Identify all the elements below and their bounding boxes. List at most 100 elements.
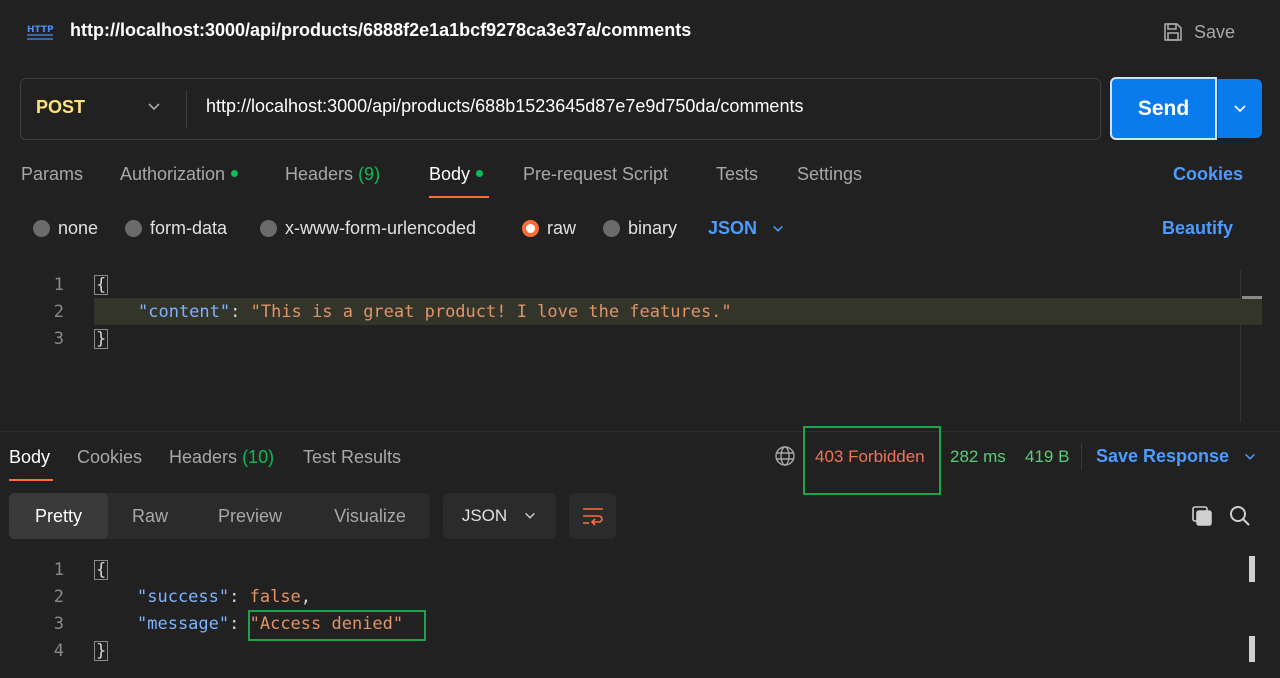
view-raw-button[interactable]: Raw [115,493,185,539]
tab-prerequest-script[interactable]: Pre-request Script [523,164,668,185]
save-response-button[interactable]: Save Response [1096,446,1257,467]
active-tab-indicator [429,196,489,198]
send-dropdown-button[interactable] [1217,79,1262,138]
copy-icon[interactable] [1190,504,1214,528]
cookies-link[interactable]: Cookies [1173,164,1243,185]
headers-count: (9) [358,164,381,184]
method-select[interactable]: POST [36,97,85,118]
view-visualize-button[interactable]: Visualize [318,493,422,539]
chevron-down-icon[interactable] [146,99,162,115]
url-divider [186,90,187,128]
scrollbar-thumb[interactable] [1249,556,1255,582]
line-number: 3 [53,614,64,634]
save-icon [1164,23,1182,41]
radio-raw-label: raw [547,218,577,238]
editor-scrollbar[interactable] [1240,270,1262,422]
save-button[interactable]: Save [1162,18,1242,46]
tab-params[interactable]: Params [21,164,83,185]
radio-circle-selected [522,220,539,237]
radio-binary-label: binary [628,218,678,238]
tab-headers[interactable]: Headers (9) [285,164,380,185]
radio-urlencoded[interactable]: x-www-form-urlencoded [260,218,476,239]
json-colon: : [230,302,251,322]
radio-circle [260,220,277,237]
radio-form-data-label: form-data [150,218,228,238]
tab-authorization-label: Authorization [120,164,226,184]
line-number: 1 [53,275,64,295]
globe-icon[interactable] [774,445,796,467]
code-line: "content": "This is a great product! I l… [138,302,732,322]
chevron-down-icon [1234,104,1246,112]
close-brace: } [94,641,109,661]
json-key: "content" [138,302,231,322]
response-tab-body[interactable]: Body [9,447,50,468]
scrollbar-thumb[interactable] [1249,636,1255,662]
status-dot [231,169,239,177]
divider [1081,444,1082,470]
code-line: { [94,560,109,580]
chevron-down-icon [1245,453,1256,460]
tab-tests[interactable]: Tests [716,164,758,185]
response-tab-headers-label: Headers [169,447,238,467]
response-time[interactable]: 282 ms [950,447,1006,467]
url-input[interactable]: http://localhost:3000/api/products/688b1… [206,96,803,117]
beautify-link[interactable]: Beautify [1162,218,1233,239]
tab-authorization[interactable]: Authorization [120,164,239,185]
save-response-label: Save Response [1096,446,1230,466]
json-colon: : [229,587,250,607]
chevron-down-icon [773,225,783,232]
view-preview-button[interactable]: Preview [200,493,300,539]
code-line: } [94,329,109,349]
request-body-editor[interactable] [10,270,1262,422]
json-key: "message" [137,614,230,634]
pane-divider[interactable] [0,431,1280,432]
radio-urlencoded-label: x-www-form-urlencoded [285,218,477,238]
radio-binary[interactable]: binary [603,218,677,239]
response-size[interactable]: 419 B [1025,447,1069,467]
request-title[interactable]: http://localhost:3000/api/products/6888f… [70,20,691,41]
line-number: 4 [53,641,64,661]
json-string: "This is a great product! I love the fea… [250,302,732,322]
code-line: } [94,641,109,661]
json-comma: , [300,587,312,607]
radio-none[interactable]: none [33,218,98,239]
view-pretty-button[interactable]: Pretty [9,493,108,539]
json-key: "success" [137,587,230,607]
code-line: { [94,275,109,295]
chevron-down-icon [525,512,536,519]
status-dot [476,169,484,177]
line-number: 1 [53,560,64,580]
response-tab-cookies[interactable]: Cookies [77,447,142,468]
send-button[interactable]: Send [1110,77,1217,140]
tab-headers-label: Headers [285,164,354,184]
radio-form-data[interactable]: form-data [125,218,227,239]
wrap-lines-icon [582,508,603,526]
radio-circle [33,220,50,237]
response-tab-test-results[interactable]: Test Results [303,447,401,468]
line-number: 2 [53,302,64,322]
response-tab-headers[interactable]: Headers (10) [169,447,274,468]
search-icon[interactable] [1228,504,1252,528]
wrap-lines-button[interactable] [569,493,616,539]
tab-body[interactable]: Body [429,164,484,185]
http-icon-text: HTTP [27,25,54,35]
tab-settings[interactable]: Settings [797,164,862,185]
message-highlight-box [248,610,426,641]
body-format-select[interactable]: JSON [708,218,785,239]
radio-raw[interactable]: raw [522,218,576,239]
json-colon: : [229,614,250,634]
close-brace: } [94,329,109,349]
radio-circle [125,220,142,237]
radio-none-label: none [58,218,99,238]
body-format-label: JSON [708,218,758,238]
response-headers-count: (10) [242,447,275,467]
json-boolean: false [249,587,301,607]
line-number: 2 [53,587,64,607]
status-code[interactable]: 403 Forbidden [815,447,925,467]
tab-body-label: Body [429,164,471,184]
open-brace: { [94,560,109,580]
response-format-select[interactable]: JSON [443,493,556,539]
radio-circle [603,220,620,237]
active-tab-indicator [9,479,53,481]
scrollbar-thumb[interactable] [1242,296,1262,299]
